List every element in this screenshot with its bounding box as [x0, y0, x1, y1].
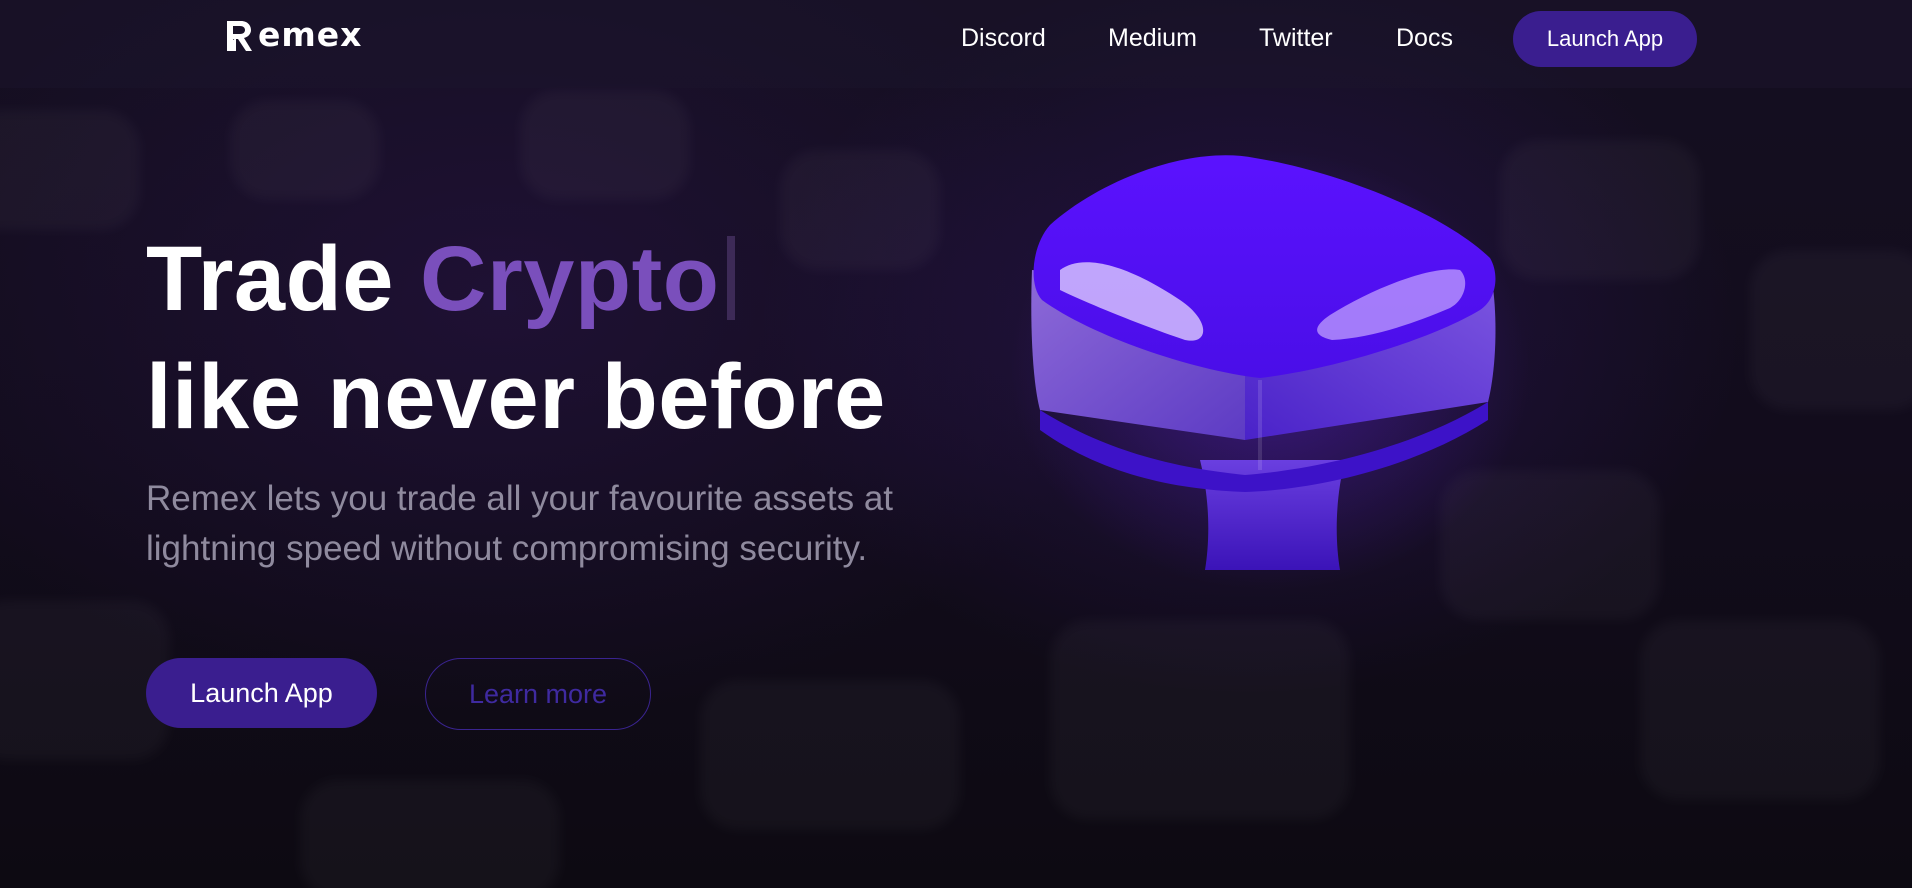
hero-subtitle: Remex lets you trade all your favourite …	[146, 479, 894, 568]
hero-title-line-2: like never before	[146, 346, 886, 448]
3d-purple-key-cube-icon	[1010, 150, 1530, 590]
logo-text: emex	[258, 15, 363, 54]
hero-title-accent: Crypto	[420, 228, 720, 330]
background-decoration	[230, 100, 380, 200]
hero-title: Trade Crypto like never before	[146, 220, 886, 456]
nav-launch-app-button[interactable]: Launch App	[1513, 11, 1697, 67]
background-decoration	[1640, 620, 1880, 800]
background-decoration	[1050, 620, 1350, 820]
background-decoration	[700, 680, 960, 830]
remex-logo-icon	[227, 21, 252, 51]
landing-page: emex Discord Medium Twitter Docs Launch …	[0, 0, 1912, 888]
nav-link-twitter[interactable]: Twitter	[1259, 20, 1333, 56]
background-decoration	[0, 600, 170, 760]
nav-link-medium[interactable]: Medium	[1108, 20, 1197, 56]
learn-more-button[interactable]: Learn more	[425, 658, 651, 730]
background-decoration	[1500, 140, 1700, 280]
launch-app-button[interactable]: Launch App	[146, 658, 377, 728]
hero-title-word: Trade	[146, 228, 394, 330]
background-decoration	[0, 110, 140, 230]
background-decoration	[300, 780, 560, 888]
typing-caret	[727, 236, 736, 320]
nav-link-discord[interactable]: Discord	[961, 20, 1046, 56]
background-decoration	[1750, 250, 1912, 410]
nav-link-docs[interactable]: Docs	[1396, 20, 1453, 56]
background-decoration	[520, 90, 690, 200]
logo[interactable]: emex	[224, 15, 363, 54]
top-navbar: emex Discord Medium Twitter Docs Launch …	[0, 0, 1912, 88]
